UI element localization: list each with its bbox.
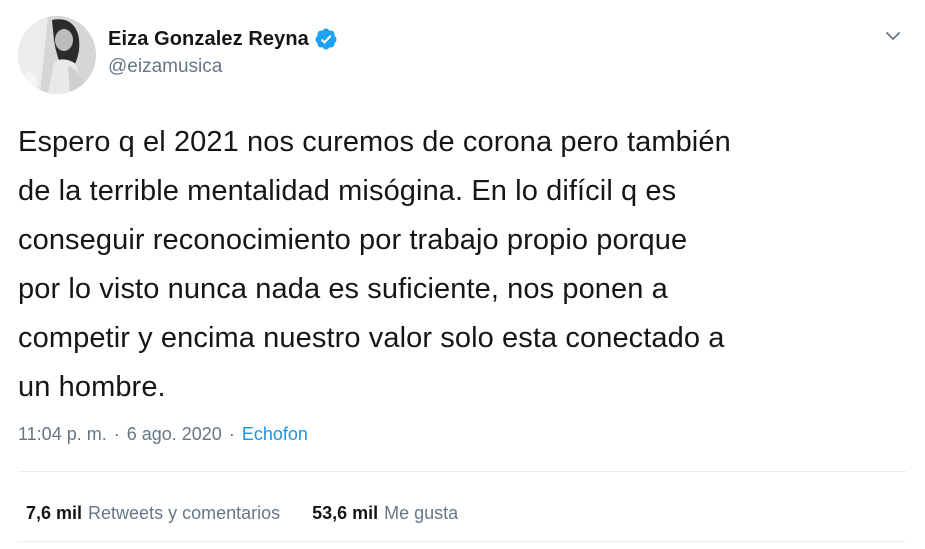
likes-label: Me gusta [384,503,459,523]
retweets-label: Retweets y comentarios [88,503,281,523]
author-name-row[interactable]: Eiza Gonzalez Reyna [108,24,338,54]
tweet-stats: 7,6 mil Retweets y comentarios 53,6 mil … [26,503,458,524]
author-name[interactable]: Eiza Gonzalez Reyna [108,28,309,51]
likes-count: 53,6 mil [312,503,379,523]
tweet-time[interactable]: 11:04 p. m. [18,424,107,445]
avatar-photo [18,16,96,94]
tweet-menu-button[interactable] [879,22,907,50]
tweet-meta: 11:04 p. m. · 6 ago. 2020 · Echofon [18,424,308,445]
divider [18,471,906,472]
tweet-source-link[interactable]: Echofon [242,424,308,445]
tweet: Eiza Gonzalez Reyna @eizamusica Espero q… [0,0,925,549]
retweets-count: 7,6 mil [26,503,83,523]
verified-badge-icon [315,28,337,50]
retweets-stat[interactable]: 7,6 mil Retweets y comentarios [26,503,280,524]
avatar[interactable] [18,16,96,94]
tweet-text: Espero q el 2021 nos curemos de corona p… [18,126,731,403]
divider [18,541,906,542]
likes-stat[interactable]: 53,6 mil Me gusta [312,503,458,524]
author-handle[interactable]: @eizamusica [108,56,222,78]
chevron-down-icon [886,32,900,40]
meta-separator: · [228,424,235,444]
meta-separator: · [113,424,120,444]
tweet-date[interactable]: 6 ago. 2020 [127,424,222,445]
